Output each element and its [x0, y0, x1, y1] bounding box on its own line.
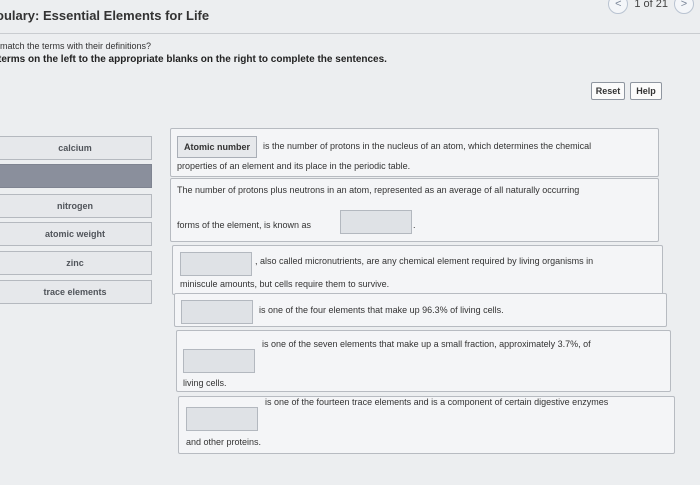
- sentence-card-5: is one of the seven elements that make u…: [176, 330, 671, 392]
- pager: < 1 of 21 >: [608, 0, 694, 14]
- sentence-text: and other proteins.: [186, 437, 262, 447]
- sentence-text: living cells.: [183, 378, 227, 388]
- header-divider: [0, 33, 700, 34]
- answer-slot-1[interactable]: Atomic number: [177, 136, 257, 158]
- reset-button[interactable]: Reset: [591, 82, 625, 100]
- term-chip-trace-elements[interactable]: trace elements: [0, 280, 152, 304]
- sentence-text: is one of the four elements that make up…: [259, 305, 504, 315]
- term-chip-atomic-weight[interactable]: atomic weight: [0, 222, 152, 246]
- term-chip-nitrogen[interactable]: nitrogen: [0, 194, 152, 218]
- sentence-card-3: , also called micronutrients, are any ch…: [172, 245, 663, 295]
- next-page-button[interactable]: >: [674, 0, 694, 14]
- answer-drop-zone-2[interactable]: [340, 210, 412, 234]
- sentence-text: is the number of protons in the nucleus …: [263, 141, 592, 151]
- sentence-text: is one of the fourteen trace elements an…: [265, 397, 609, 407]
- sentence-text: miniscule amounts, but cells require the…: [180, 279, 390, 289]
- sentence-card-1: Atomic number is the number of protons i…: [170, 128, 659, 177]
- instructions-text: terms on the left to the appropriate bla…: [0, 54, 387, 65]
- answer-drop-zone-5[interactable]: [183, 349, 255, 373]
- answer-drop-zone-3[interactable]: [180, 252, 252, 276]
- page-title: oulary: Essential Elements for Life: [0, 8, 210, 23]
- sentence-text: , also called micronutrients, are any ch…: [255, 256, 594, 266]
- term-chip-calcium[interactable]: calcium: [0, 136, 152, 160]
- sentence-text: forms of the element, is known as: [177, 220, 312, 230]
- question-text: match the terms with their definitions?: [0, 41, 152, 51]
- sentence-text: .: [413, 220, 416, 230]
- term-slot-empty[interactable]: [0, 164, 152, 188]
- sentence-text: is one of the seven elements that make u…: [262, 339, 591, 349]
- sentence-card-4: is one of the four elements that make up…: [174, 293, 667, 327]
- sentence-text: The number of protons plus neutrons in a…: [177, 185, 580, 195]
- page-counter: 1 of 21: [634, 0, 668, 10]
- sentence-text: properties of an element and its place i…: [177, 161, 411, 171]
- answer-drop-zone-4[interactable]: [181, 300, 253, 324]
- help-button[interactable]: Help: [630, 82, 662, 100]
- sentence-card-6: is one of the fourteen trace elements an…: [178, 396, 675, 454]
- term-chip-zinc[interactable]: zinc: [0, 251, 152, 275]
- prev-page-button[interactable]: <: [608, 0, 629, 14]
- sentence-card-2: The number of protons plus neutrons in a…: [170, 178, 659, 242]
- answer-drop-zone-6[interactable]: [186, 407, 258, 431]
